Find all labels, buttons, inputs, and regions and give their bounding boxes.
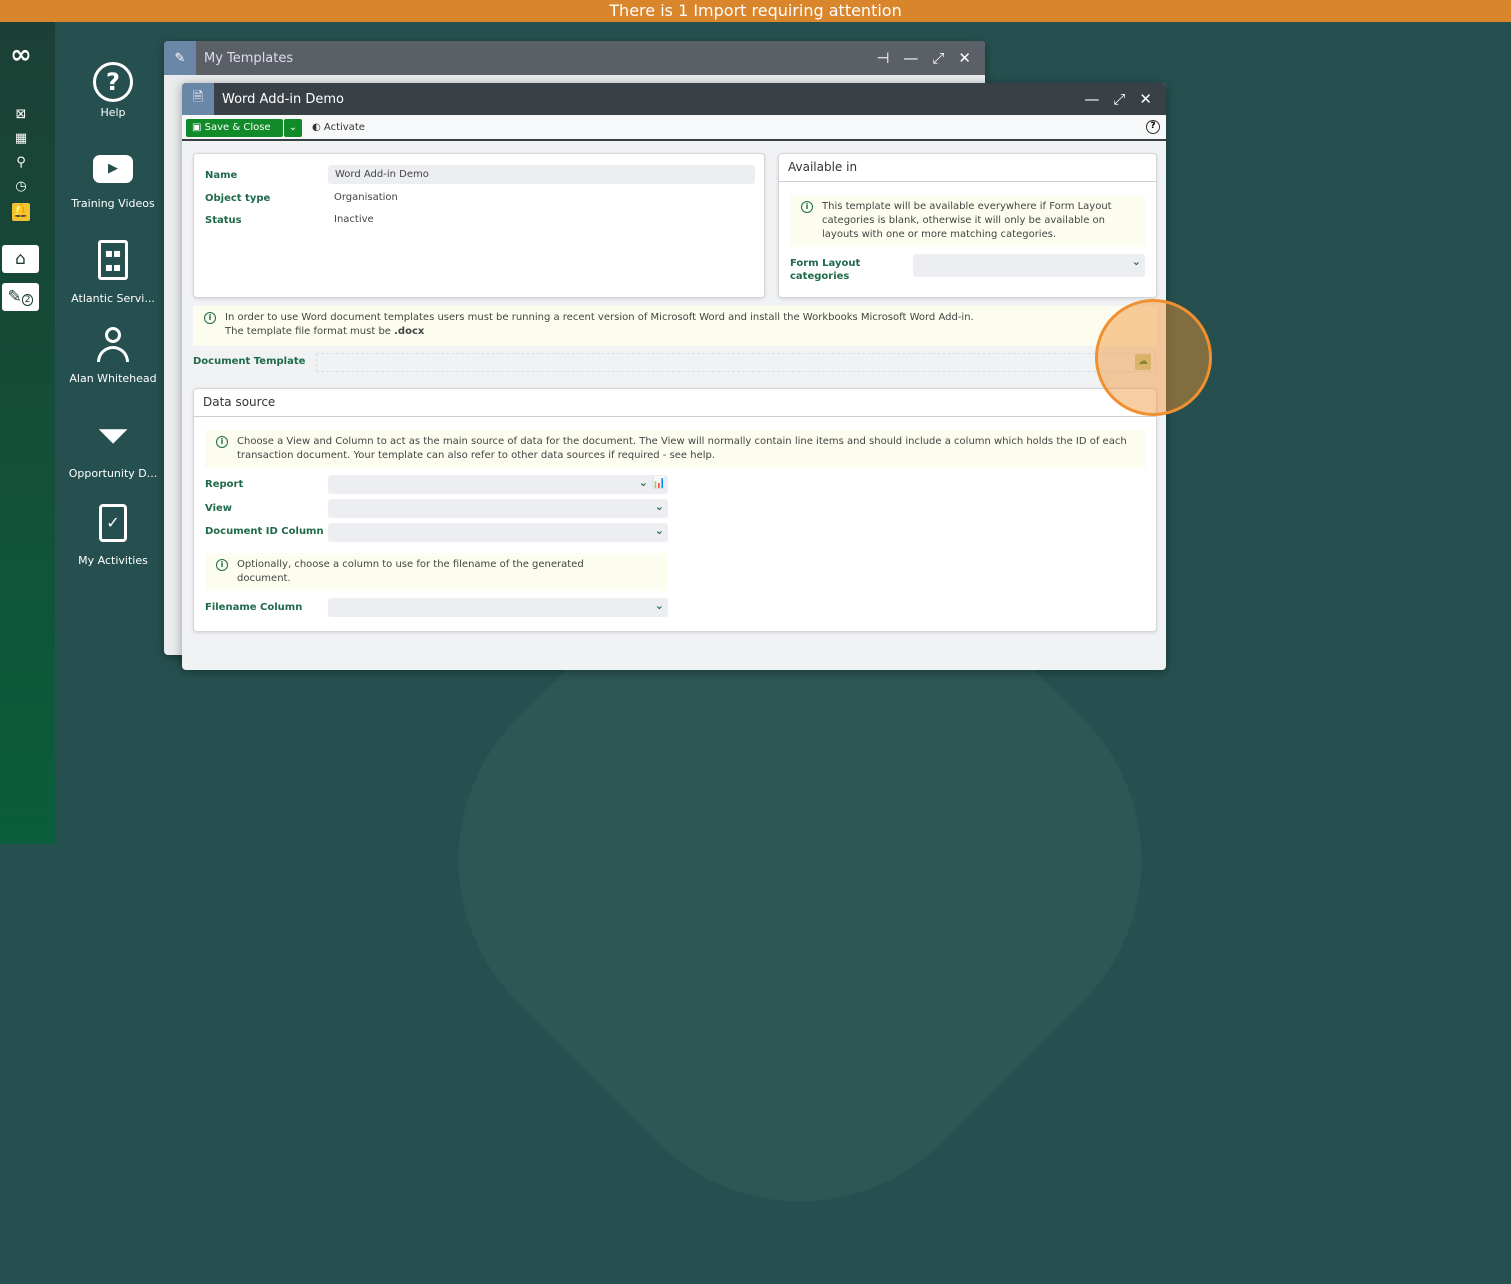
minimize-icon[interactable]: — (903, 49, 918, 67)
desktop-atlantic[interactable]: ▪▪ ▪▪ Atlantic Servi... (63, 240, 163, 305)
name-label: Name (205, 170, 238, 181)
report-select[interactable]: ⌄ 📊 (328, 475, 668, 494)
info-text: Optionally, choose a column to use for t… (237, 559, 584, 584)
info-icon: i (216, 559, 228, 571)
activate-label: Activate (323, 122, 365, 133)
file-extension: .docx (394, 326, 425, 337)
object-type-label: Object type (205, 193, 271, 204)
save-options-dropdown[interactable]: ⌄ (284, 119, 302, 137)
chevron-down-icon: ⌄ (654, 524, 664, 537)
building-icon: ▪▪ ▪▪ (98, 240, 128, 280)
save-label: Save & Close (204, 122, 271, 133)
filter-icon: ⏷ (97, 413, 129, 459)
toggle-icon: ◐ (312, 122, 324, 133)
desktop-label: Help (100, 106, 126, 119)
click-highlight (1095, 299, 1212, 416)
name-field[interactable]: Word Add-in Demo (328, 165, 755, 184)
data-source-info: i Choose a View and Column to act as the … (205, 430, 1146, 468)
desktop-label: Training Videos (71, 197, 155, 210)
desktop-label: My Activities (78, 554, 148, 567)
chevron-down-icon: ⌄ (638, 476, 648, 489)
filename-column-select[interactable]: ⌄ (328, 598, 668, 617)
form-layout-categories-label: Form Layout categories (790, 258, 861, 282)
help-icon[interactable]: ? (1146, 120, 1160, 134)
document-id-column-label: Document ID Column (205, 526, 324, 537)
panel-title: Available in (779, 154, 1156, 182)
maximize-icon[interactable]: ⤢ (932, 49, 944, 67)
info-text: The template file format must be (225, 326, 395, 337)
desktop-training-videos[interactable]: ▶ Training Videos (63, 155, 163, 210)
filename-column-label: Filename Column (205, 602, 303, 613)
status-label: Status (205, 215, 242, 226)
play-icon: ▶ (93, 155, 133, 183)
info-text: In order to use Word document templates … (225, 312, 974, 323)
available-in-panel: Available in i This template will be avai… (778, 153, 1157, 298)
desktop-label: Alan Whitehead (69, 372, 157, 385)
title-bar[interactable]: ✎ My Templates ⊣ — ⤢ ✕ (164, 41, 985, 75)
sidebar: ∞ ⊠ ▦ ⚲ ◷ 🔔 ⌂ ✎ 2 (0, 22, 55, 844)
chevron-down-icon: ⌄ (1131, 255, 1141, 268)
desktop-label: Atlantic Servi... (71, 292, 155, 305)
info-text: This template will be available everywhe… (822, 201, 1112, 240)
save-icon: ▣ (192, 122, 205, 133)
chevron-down-icon: ⌄ (654, 500, 664, 513)
desktop-my-activities[interactable]: ✓ My Activities (63, 504, 163, 567)
desktop-label: Opportunity D... (68, 467, 158, 480)
status-value: Inactive (334, 214, 374, 225)
search-icon[interactable]: ⚲ (12, 154, 30, 172)
chevron-down-icon: ⌄ (654, 599, 664, 612)
details-panel: Name Word Add-in Demo Object type Organi… (193, 153, 765, 298)
logo-icon: ∞ (10, 40, 32, 70)
data-source-panel: Data source i Choose a View and Column to… (193, 388, 1157, 632)
import-attention-banner[interactable]: There is 1 Import requiring attention (0, 0, 1511, 22)
info-icon: i (216, 436, 228, 448)
window-count-badge: 2 (21, 294, 34, 306)
clipboard-icon: ✓ (99, 504, 127, 542)
document-template-label: Document Template (193, 356, 306, 367)
desktop-help[interactable]: ? Help (63, 62, 163, 119)
desktop-opportunity[interactable]: ⏷ Opportunity D... (63, 415, 163, 480)
word-info: i In order to use Word document templates… (193, 306, 1157, 346)
info-text: Choose a View and Column to act as the m… (237, 436, 1127, 461)
form-layout-categories-select[interactable]: ⌄ (913, 254, 1145, 277)
desktop-alan-whitehead[interactable]: Alan Whitehead (63, 327, 163, 385)
document-icon: 🗎 (182, 83, 214, 115)
grid-icon[interactable]: ▦ (12, 130, 30, 148)
bell-icon[interactable]: 🔔 (12, 203, 30, 221)
pin-icon[interactable]: ⊣ (876, 49, 889, 67)
available-info: i This template will be available everywh… (790, 195, 1145, 247)
minimize-icon[interactable]: — (1084, 90, 1099, 108)
edit-icon: ✎ (164, 41, 196, 75)
window-title: Word Add-in Demo (222, 91, 345, 107)
panel-title: Data source (194, 389, 1156, 417)
clock-icon[interactable]: ◷ (12, 178, 30, 196)
report-label: Report (205, 479, 244, 490)
help-icon: ? (93, 62, 133, 102)
person-icon (105, 327, 121, 343)
document-template-field[interactable]: ☁ (316, 353, 1156, 372)
edit-windows-button[interactable]: ✎ 2 (2, 283, 39, 311)
close-window-icon[interactable]: ⊠ (12, 106, 30, 124)
document-id-column-select[interactable]: ⌄ (328, 523, 668, 542)
view-select[interactable]: ⌄ (328, 499, 668, 518)
report-chart-icon[interactable]: 📊 (652, 476, 666, 489)
view-label: View (205, 503, 233, 514)
title-bar[interactable]: 🗎 Word Add-in Demo — ⤢ ✕ (182, 83, 1166, 115)
info-icon: i (204, 312, 216, 324)
maximize-icon[interactable]: ⤢ (1113, 90, 1125, 108)
save-close-button[interactable]: ▣ Save & Close (186, 119, 283, 137)
word-addin-window[interactable]: 🗎 Word Add-in Demo — ⤢ ✕ ▣ Save & Close ⌄ … (182, 83, 1166, 670)
home-button[interactable]: ⌂ (2, 245, 39, 273)
activate-button[interactable]: ◐ Activate (312, 119, 365, 137)
close-icon[interactable]: ✕ (1139, 90, 1152, 108)
toolbar: ▣ Save & Close ⌄ ◐ Activate ? (182, 115, 1166, 141)
window-title: My Templates (204, 50, 294, 66)
filename-info: i Optionally, choose a column to use for … (205, 553, 668, 591)
info-icon: i (801, 201, 813, 213)
object-type-value: Organisation (334, 192, 398, 203)
close-icon[interactable]: ✕ (958, 49, 971, 67)
